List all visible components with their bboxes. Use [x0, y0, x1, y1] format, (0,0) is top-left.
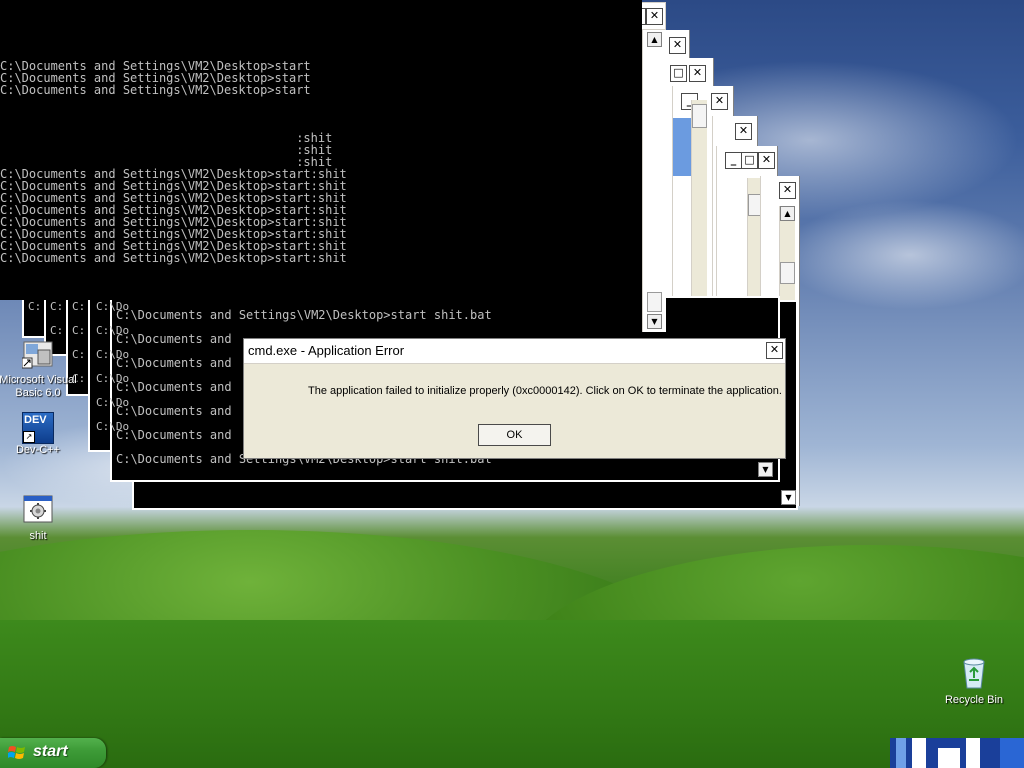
- console-line: C:\Do: [96, 300, 130, 313]
- desktop-icon-label: Recycle Bin: [944, 694, 1004, 706]
- desktop-icon-label: shit: [29, 530, 47, 542]
- console-line: C:\Documents and: [116, 380, 232, 394]
- close-button[interactable]: ✕: [711, 93, 728, 110]
- desktop-icon-recycle-bin[interactable]: Recycle Bin: [934, 656, 1014, 707]
- console-output: start C:\Documents and Settings\VM2\Desk…: [0, 0, 347, 264]
- console-line: C:: [72, 300, 86, 313]
- maximize-button[interactable]: □: [670, 65, 687, 82]
- console-window-main-top: [0, 0, 424, 30]
- console-line: C:\Do: [96, 348, 130, 361]
- console-line: C:\Documents and: [116, 428, 232, 442]
- console-prompt-line: C:\Documents and Settings\VM2\Desktop>st…: [116, 308, 492, 322]
- window-titlebar-fragment: [673, 118, 691, 148]
- console-line: C:\Documents and: [116, 404, 232, 418]
- desktop-icon-batch-file[interactable]: shit: [0, 494, 78, 543]
- shortcut-arrow-icon: ↗: [23, 431, 35, 443]
- scroll-down-button[interactable]: ▼: [781, 490, 796, 505]
- scroll-down-button[interactable]: ▼: [758, 462, 773, 477]
- dev-cpp-badge: DEV: [24, 414, 47, 426]
- close-button[interactable]: ✕: [735, 123, 752, 140]
- dialog-titlebar: cmd.exe - Application Error ✕: [244, 339, 785, 364]
- visual-basic-icon: [21, 341, 53, 369]
- start-button[interactable]: start: [0, 738, 106, 768]
- minimize-button[interactable]: _: [725, 152, 742, 169]
- console-line: C:\Documents and Settings\VM2\Desktop>st…: [0, 83, 311, 97]
- scroll-up-button[interactable]: ▲: [647, 32, 662, 47]
- close-button[interactable]: ✕: [689, 65, 706, 82]
- console-line: C:: [72, 324, 86, 337]
- console-line: C:\Documents and: [116, 356, 232, 370]
- console-line: C:\Do: [96, 420, 130, 433]
- grass-field: [0, 620, 1024, 768]
- console-line: C:\Do: [96, 396, 130, 409]
- scrollbar-thumb[interactable]: [647, 292, 662, 312]
- desktop: ✕ □ ✕ _ ✕ ✕ _ □ ✕ ✕ ▲ ▼ C:\Documents and…: [0, 0, 1024, 768]
- dialog-close-button[interactable]: ✕: [766, 342, 783, 359]
- taskbar-fragment: [912, 738, 926, 768]
- recycle-bin-icon: [963, 658, 985, 689]
- desktop-icon-label: Microsoft Visual Basic 6.0: [0, 374, 77, 399]
- batch-file-icon: [23, 495, 53, 523]
- console-line: C:: [50, 300, 64, 313]
- scroll-down-button[interactable]: ▼: [647, 314, 662, 329]
- taskbar-fragment: [1000, 738, 1024, 768]
- close-button[interactable]: ✕: [646, 8, 663, 25]
- start-button-label: start: [33, 743, 68, 760]
- taskbar-fragment: [966, 738, 980, 768]
- scroll-up-button[interactable]: ▲: [780, 206, 795, 221]
- close-button[interactable]: ✕: [758, 152, 775, 169]
- desktop-icon-dev-cpp[interactable]: DEV ↗ Dev-C++: [0, 412, 78, 457]
- console-line: C:: [28, 300, 42, 313]
- scrollbar-thumb[interactable]: [692, 104, 707, 128]
- close-button[interactable]: ✕: [779, 182, 796, 199]
- console-window-edge: C:\Do C:\Do C:\Do C:\Do C:\Do C:\Do: [88, 296, 129, 452]
- dialog-message: The application failed to initialize pro…: [308, 385, 782, 397]
- console-line: C:\Documents and Settings\VM2\Desktop>st…: [0, 251, 347, 265]
- close-button[interactable]: ✕: [669, 37, 686, 54]
- desktop-icon-label: Dev-C++: [15, 444, 61, 456]
- dialog-title: cmd.exe - Application Error: [248, 343, 405, 358]
- taskbar-fragment: [896, 738, 906, 768]
- taskbar-fragment: [938, 748, 960, 768]
- maximize-button[interactable]: □: [741, 152, 758, 169]
- dev-cpp-icon: DEV ↗: [22, 412, 54, 444]
- vertical-scrollbar[interactable]: ▲ ▼: [642, 30, 666, 332]
- console-line: C:\Do: [96, 372, 130, 385]
- console-window-edge: C:: [22, 296, 46, 338]
- console-line: C:\Documents and: [116, 332, 232, 346]
- console-window-main: start C:\Documents and Settings\VM2\Desk…: [0, 0, 642, 300]
- console-line: C:\Do: [96, 324, 130, 337]
- window-titlebar-fragment: [673, 148, 691, 176]
- desktop-icon-visual-basic[interactable]: Microsoft Visual Basic 6.0: [0, 340, 78, 400]
- taskbar-tray: [890, 738, 1024, 768]
- ok-button[interactable]: OK: [478, 424, 551, 446]
- console-line: C:: [50, 324, 64, 337]
- windows-flag-icon: [8, 746, 25, 759]
- application-error-dialog: cmd.exe - Application Error ✕ The applic…: [243, 338, 786, 459]
- cloud: [780, 200, 1024, 310]
- scrollbar-thumb[interactable]: [780, 262, 795, 284]
